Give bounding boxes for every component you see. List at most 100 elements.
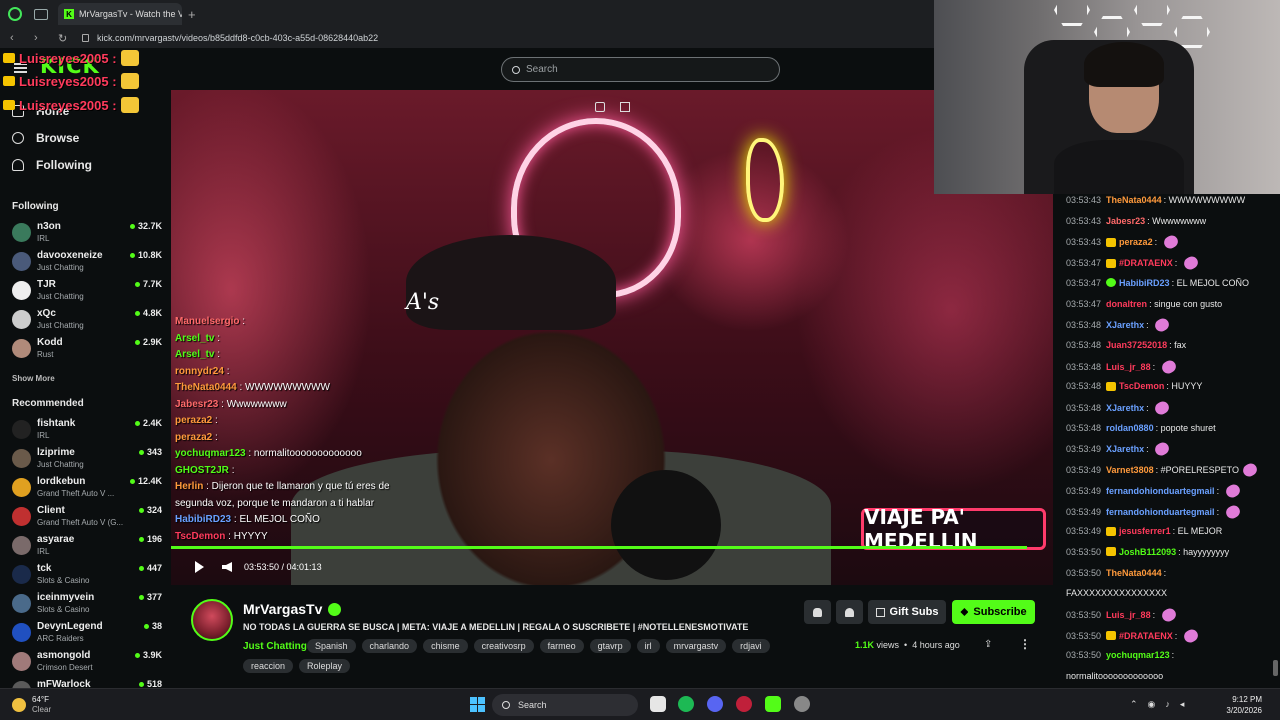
volume-tray-icon[interactable]: ◂ bbox=[1180, 699, 1185, 710]
subscriber-badge-icon bbox=[1106, 631, 1117, 641]
stream-tag[interactable]: Spanish bbox=[307, 639, 356, 653]
stream-tag[interactable]: irl bbox=[636, 639, 660, 653]
sidebar-nav-following[interactable]: Following bbox=[12, 158, 92, 172]
taskbar-search[interactable]: Search bbox=[492, 694, 638, 716]
forward-button[interactable]: › bbox=[34, 32, 48, 44]
new-tab-button[interactable]: + bbox=[188, 7, 196, 22]
discord-icon[interactable] bbox=[707, 696, 723, 712]
channel-avatar bbox=[12, 594, 31, 613]
chat-timestamp: 03:53:48 bbox=[1066, 339, 1102, 350]
chat-username: Luis_jr_88 bbox=[1106, 361, 1151, 372]
back-button[interactable]: ‹ bbox=[10, 32, 24, 44]
chat-scrollbar[interactable] bbox=[1273, 660, 1278, 676]
opera-gx-icon[interactable] bbox=[736, 696, 752, 712]
channel-name[interactable]: MrVargasTv bbox=[243, 601, 342, 617]
sidebar-channel[interactable]: n3on IRL 32.7K bbox=[12, 221, 162, 248]
emote-icon bbox=[1181, 254, 1200, 272]
channel-category: IRL bbox=[37, 547, 50, 556]
stream-tag[interactable]: charlando bbox=[361, 639, 418, 653]
sidebar-channel[interactable]: asyarae IRL 196 bbox=[12, 534, 162, 561]
network-icon[interactable]: ◉ bbox=[1148, 699, 1156, 710]
channel-name: TJR bbox=[37, 279, 56, 290]
sidebar-nav-browse[interactable]: Browse bbox=[12, 131, 79, 145]
sidebar-channel[interactable]: lordkebun Grand Theft Auto V ... 12.4K bbox=[12, 476, 162, 503]
site-info-icon[interactable] bbox=[82, 34, 89, 42]
chat-timestamp: 03:53:48 bbox=[1066, 381, 1102, 392]
more-options-icon[interactable]: ⋮ bbox=[1019, 637, 1031, 651]
chat-text: EL MEJOR bbox=[1177, 526, 1223, 537]
emote-icon bbox=[1159, 606, 1178, 624]
spotify-icon[interactable] bbox=[678, 696, 694, 712]
kick-app-icon[interactable] bbox=[765, 696, 781, 712]
chat-text: popote shuret bbox=[1160, 422, 1216, 433]
chat-timestamp: 03:53:43 bbox=[1066, 195, 1102, 205]
sidebar-channel[interactable]: xQc Just Chatting 4.8K bbox=[12, 308, 162, 335]
gift-subs-button[interactable]: Gift Subs bbox=[868, 600, 946, 624]
tab-overview-icon[interactable] bbox=[34, 8, 48, 20]
viewer-count: 7.7K bbox=[134, 279, 162, 289]
microphone-icon[interactable]: ♪ bbox=[1165, 699, 1170, 710]
viewer-count: 4.8K bbox=[134, 308, 162, 318]
channel-name: tck bbox=[37, 563, 52, 574]
stream-tag[interactable]: chisme bbox=[423, 639, 468, 653]
play-icon[interactable] bbox=[195, 561, 204, 573]
viaje-banner: VIAJE PA' MEDELLIN bbox=[861, 505, 1046, 553]
subscribe-button[interactable]: Subscribe bbox=[952, 600, 1035, 624]
chat-username: #DRATAENX bbox=[1119, 258, 1173, 269]
stream-tag[interactable]: rdjavi bbox=[732, 639, 770, 653]
video-chat-line: Manuelsergio : bbox=[175, 316, 246, 327]
live-dot-icon bbox=[138, 681, 144, 687]
browser-tab-active[interactable]: K MrVargasTv - Watch the V × bbox=[58, 3, 182, 25]
notification-bell-button[interactable] bbox=[804, 600, 831, 624]
stream-tag[interactable]: gtavrp bbox=[589, 639, 631, 653]
stream-tag[interactable]: Roleplay bbox=[299, 659, 351, 673]
sidebar-channel[interactable]: TJR Just Chatting 7.7K bbox=[12, 279, 162, 306]
popout-icon[interactable] bbox=[595, 102, 605, 112]
sidebar-channel[interactable]: lziprime Just Chatting 343 bbox=[12, 447, 162, 474]
sidebar-channel[interactable]: fishtank IRL 2.4K bbox=[12, 418, 162, 445]
stream-tag[interactable]: farmeo bbox=[539, 639, 584, 653]
show-more-link[interactable]: Show More bbox=[12, 374, 55, 383]
file-explorer-icon[interactable] bbox=[650, 696, 666, 712]
chat-timestamp: 03:53:50 bbox=[1066, 546, 1102, 557]
chevron-up-icon[interactable]: ⌃ bbox=[1130, 699, 1138, 710]
url-field[interactable]: kick.com/mrvargastv/videos/b85ddfd8-c0cb… bbox=[97, 33, 378, 43]
chat-text: #PORELRESPETO bbox=[1160, 465, 1239, 476]
chat-message: 03:53:48 XJarethx: bbox=[1066, 399, 1172, 417]
weather-widget[interactable]: 64°F Clear bbox=[12, 695, 51, 715]
channel-category: Grand Theft Auto V (G... bbox=[37, 518, 124, 527]
search-placeholder: Search bbox=[526, 64, 558, 75]
channel-category: Just Chatting bbox=[37, 263, 84, 272]
sidebar-channel[interactable]: tck Slots & Casino 447 bbox=[12, 563, 162, 590]
live-dot-icon bbox=[129, 252, 135, 258]
sidebar-channel[interactable]: iceinmyvein Slots & Casino 377 bbox=[12, 592, 162, 619]
subscriber-badge-icon bbox=[1106, 547, 1117, 557]
share-icon[interactable]: ⇪ bbox=[984, 639, 992, 650]
app-icon[interactable] bbox=[794, 696, 810, 712]
sidebar-channel[interactable]: DevynLegend ARC Raiders 38 bbox=[12, 621, 162, 648]
stream-tag[interactable]: reaccion bbox=[243, 659, 294, 673]
video-chat-line: HabibiRD23 : EL MEJOL COÑO bbox=[175, 514, 320, 525]
search-input[interactable]: Search bbox=[501, 57, 780, 82]
category-link[interactable]: Just Chatting bbox=[243, 641, 307, 652]
follow-heart-button[interactable] bbox=[836, 600, 863, 624]
stream-tag[interactable]: mrvargastv bbox=[665, 639, 727, 653]
browser-menu-icon[interactable] bbox=[8, 7, 22, 21]
system-clock[interactable]: 9:12 PM 3/20/2026 bbox=[1222, 694, 1262, 716]
stream-tag[interactable]: creativosrp bbox=[473, 639, 534, 653]
sidebar-channel[interactable]: Kodd Rust 2.9K bbox=[12, 337, 162, 364]
emote-icon bbox=[1153, 316, 1172, 334]
video-player[interactable]: A's Manuelsergio : Arsel_tv : Arsel_tv : ro… bbox=[171, 90, 1053, 585]
skip-icon[interactable] bbox=[620, 102, 630, 112]
volume-icon[interactable] bbox=[222, 562, 232, 572]
chat-timestamp: 03:53:49 bbox=[1066, 506, 1102, 517]
reload-button[interactable]: ↻ bbox=[58, 32, 72, 45]
sidebar-channel[interactable]: asmongold Crimson Desert 3.9K bbox=[12, 650, 162, 677]
sidebar-channel[interactable]: Client Grand Theft Auto V (G... 324 bbox=[12, 505, 162, 532]
chat-username: #DRATAENX bbox=[1119, 630, 1173, 641]
chat-message: 03:53:48 roldan0880: popote shuret bbox=[1066, 422, 1216, 433]
channel-avatar[interactable] bbox=[191, 599, 233, 641]
channel-name: lordkebun bbox=[37, 476, 86, 487]
sidebar-channel[interactable]: davooxeneize Just Chatting 10.8K bbox=[12, 250, 162, 277]
windows-start-icon[interactable] bbox=[470, 697, 485, 712]
